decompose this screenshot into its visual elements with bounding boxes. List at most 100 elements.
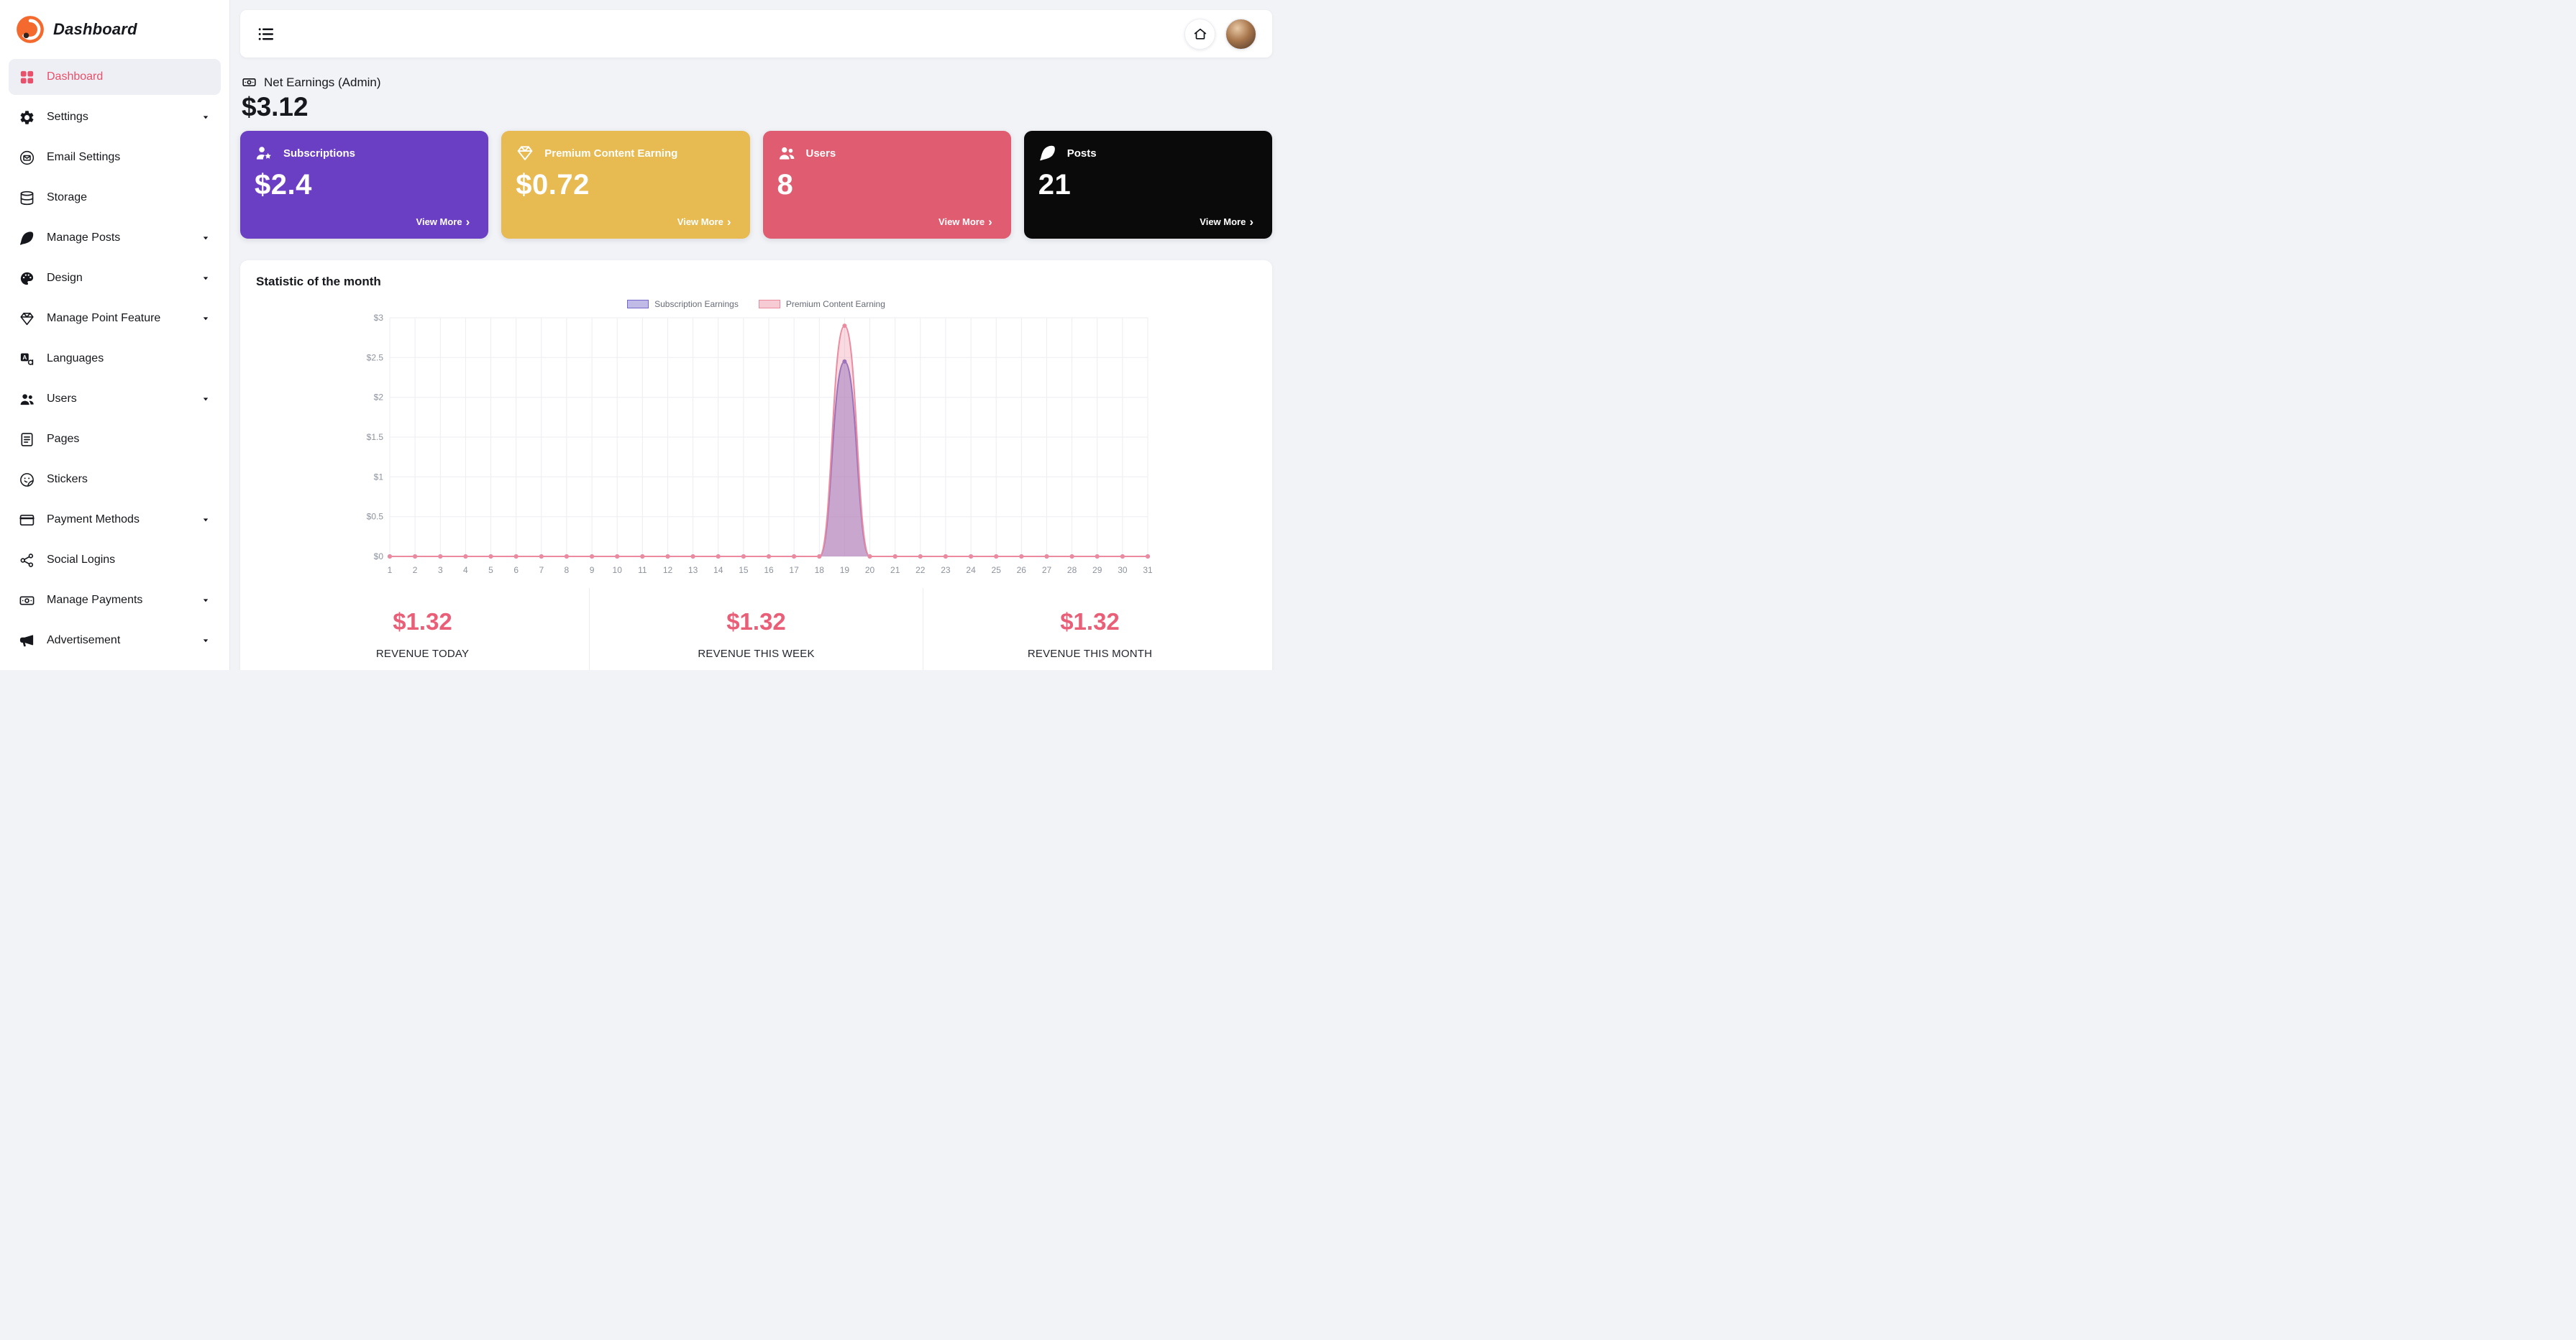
gear-icon <box>19 109 35 126</box>
sidebar-item-settings[interactable]: Settings <box>9 99 221 135</box>
svg-text:12: 12 <box>662 565 672 575</box>
storage-icon <box>19 190 35 206</box>
revenue-stat-revenue-today: $1.32REVENUE TODAY <box>256 588 589 670</box>
sidebar-item-social-logins[interactable]: Social Logins <box>9 542 221 578</box>
view-more-link[interactable]: View More› <box>934 215 997 229</box>
stat-card-value: 21 <box>1038 169 1258 201</box>
stat-cards-row: Subscriptions$2.4View More›Premium Conte… <box>240 131 1272 239</box>
chevron-right-icon: › <box>988 216 992 228</box>
svg-text:10: 10 <box>612 565 622 575</box>
menu-toggle-button[interactable] <box>256 24 275 44</box>
legend-item-subscription-earnings[interactable]: Subscription Earnings <box>627 299 739 309</box>
view-more-label: View More <box>677 216 723 227</box>
share-icon <box>19 552 35 569</box>
svg-text:28: 28 <box>1067 565 1077 575</box>
legend-label: Subscription Earnings <box>654 299 739 309</box>
revenue-stat-revenue-this-week: $1.32 REVENUE THIS WEEK <box>589 588 923 670</box>
view-more-label: View More <box>938 216 985 227</box>
stat-card-title: Posts <box>1067 147 1097 160</box>
language-icon: A <box>19 351 35 367</box>
svg-text:$2.5: $2.5 <box>366 352 383 362</box>
view-more-link[interactable]: View More› <box>412 215 475 229</box>
sidebar-item-label: Stickers <box>47 473 88 486</box>
earnings-line-chart: $0$0.5$1$1.5$2$2.5$312345678910111213141… <box>354 311 1159 578</box>
sidebar-item-design[interactable]: Design <box>9 260 221 296</box>
stat-card-header: Users <box>777 144 997 162</box>
brand-title: Dashboard <box>53 20 137 39</box>
revenue-stat-revenue-this-month: $1.32REVENUE THIS MONTH <box>923 588 1256 670</box>
sidebar-item-label: Languages <box>47 352 104 365</box>
stat-card-posts: Posts 21 View More› <box>1024 131 1272 239</box>
net-earnings-section: Net Earnings (Admin) $3.12 <box>240 75 1272 122</box>
chevron-down-icon <box>201 394 211 404</box>
svg-text:31: 31 <box>1143 565 1153 575</box>
svg-text:24: 24 <box>966 565 976 575</box>
sidebar-item-label: Dashboard <box>47 70 103 83</box>
sidebar-item-storage[interactable]: Storage <box>9 180 221 216</box>
svg-text:$0: $0 <box>373 551 383 561</box>
topbar <box>240 10 1272 58</box>
users-icon <box>19 391 35 408</box>
stat-card-header: Posts <box>1038 144 1258 162</box>
sidebar: Dashboard Dashboard Settings Email Setting… <box>0 0 230 670</box>
home-button[interactable] <box>1184 19 1215 50</box>
chart-area: $0$0.5$1$1.5$2$2.5$312345678910111213141… <box>256 311 1256 578</box>
svg-text:3: 3 <box>437 565 442 575</box>
chevron-down-icon <box>201 273 211 283</box>
stat-card-premium-content-earning: Premium Content Earning$0.72View More› <box>501 131 749 239</box>
topbar-right <box>1184 19 1256 50</box>
svg-text:2: 2 <box>412 565 417 575</box>
svg-text:29: 29 <box>1092 565 1102 575</box>
sidebar-item-label: Users <box>47 393 77 405</box>
sidebar-item-label: Manage Point Feature <box>47 312 160 325</box>
svg-text:7: 7 <box>539 565 544 575</box>
svg-text:18: 18 <box>814 565 824 575</box>
app-logo-icon <box>16 15 45 44</box>
sidebar-item-languages[interactable]: A Languages <box>9 341 221 377</box>
sidebar-item-payment-methods[interactable]: Payment Methods <box>9 502 221 538</box>
stat-card-title: Subscriptions <box>283 147 355 160</box>
sidebar-item-label: Manage Payments <box>47 594 142 607</box>
svg-text:26: 26 <box>1016 565 1026 575</box>
sidebar-item-advertisement[interactable]: Advertisement <box>9 623 221 658</box>
email-icon <box>19 150 35 166</box>
view-more-link[interactable]: View More› <box>673 215 736 229</box>
users-group-icon <box>777 144 796 162</box>
svg-text:$1.5: $1.5 <box>366 432 383 442</box>
sidebar-item-label: Design <box>47 272 83 285</box>
dashboard-icon <box>19 69 35 86</box>
banknote-icon <box>19 592 35 609</box>
sidebar-item-label: Email Settings <box>47 151 120 164</box>
chevron-right-icon: › <box>1249 216 1253 228</box>
user-avatar[interactable] <box>1225 19 1256 50</box>
sidebar-item-email-settings[interactable]: Email Settings <box>9 139 221 175</box>
chevron-right-icon: › <box>466 216 470 228</box>
pages-icon <box>19 431 35 448</box>
sidebar-item-label: Social Logins <box>47 554 115 566</box>
revenue-value: $1.32 <box>923 608 1256 635</box>
sidebar-item-users[interactable]: Users <box>9 381 221 417</box>
svg-text:13: 13 <box>688 565 698 575</box>
legend-item-premium-content-earning[interactable]: Premium Content Earning <box>759 299 885 309</box>
diamond-icon <box>516 144 534 162</box>
view-more-link[interactable]: View More› <box>1195 215 1258 229</box>
sidebar-item-manage-point-feature[interactable]: Manage Point Feature <box>9 300 221 336</box>
sidebar-item-manage-payments[interactable]: Manage Payments <box>9 582 221 618</box>
net-earnings-value: $3.12 <box>242 92 1272 122</box>
credit-card-icon <box>19 512 35 528</box>
sidebar-item-label: Pages <box>47 433 79 446</box>
stat-card-value: $2.4 <box>255 169 474 201</box>
sidebar-item-label: Payment Methods <box>47 513 140 526</box>
sidebar-item-pages[interactable]: Pages <box>9 421 221 457</box>
sidebar-item-manage-posts[interactable]: Manage Posts <box>9 220 221 256</box>
chevron-down-icon <box>201 313 211 323</box>
sidebar-item-dashboard[interactable]: Dashboard <box>9 59 221 95</box>
revenue-value: $1.32 <box>590 608 923 635</box>
revenue-label: REVENUE THIS WEEK <box>590 648 923 660</box>
stat-card-subscriptions: Subscriptions $2.4 View More› <box>240 131 488 239</box>
stat-card-header: Premium Content Earning <box>516 144 735 162</box>
chevron-down-icon <box>201 112 211 122</box>
chevron-down-icon <box>201 635 211 646</box>
svg-text:1: 1 <box>387 565 392 575</box>
sidebar-item-stickers[interactable]: Stickers <box>9 462 221 497</box>
